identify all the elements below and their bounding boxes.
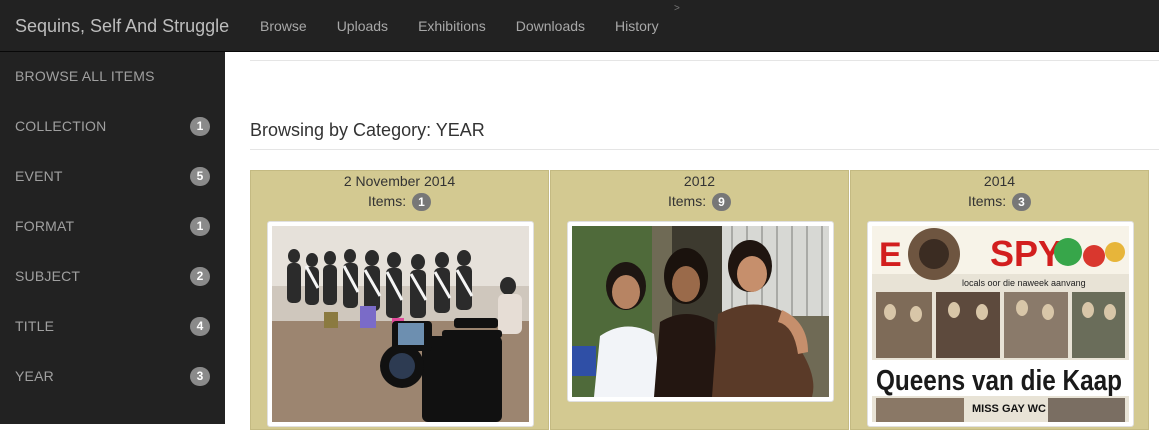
nav-downloads[interactable]: Downloads (501, 0, 600, 52)
items-label: Items: (367, 193, 407, 209)
count-badge: 1 (412, 193, 431, 212)
main-content: Browsing by Category: YEAR 2 November 20… (225, 52, 1159, 430)
nav-links: Browse Uploads Exhibitions Downloads His… (245, 0, 674, 52)
photo-pageant-contestants (272, 226, 529, 422)
nav-uploads[interactable]: Uploads (322, 0, 403, 52)
tile-item-count: Items: 3 (851, 193, 1148, 212)
count-badge: 3 (190, 367, 210, 386)
count-badge: 5 (190, 167, 210, 186)
nav-exhibitions[interactable]: Exhibitions (403, 0, 501, 52)
count-badge: 2 (190, 267, 210, 286)
tile-thumbnail[interactable] (267, 221, 534, 427)
items-label: Items: (967, 193, 1007, 209)
sidebar-item-label: YEAR (15, 368, 54, 384)
count-badge: 3 (1012, 193, 1031, 212)
count-badge: 9 (712, 193, 731, 212)
svg-text:E: E (879, 236, 902, 274)
sidebar-item-label: FORMAT (15, 218, 75, 234)
photo-newspaper-clipping: SPY E locals oor die naweek aanvang Quee… (872, 226, 1129, 422)
subhead-text: locals oor die naweek aanvang (962, 278, 1086, 288)
count-badge: 4 (190, 317, 210, 336)
sidebar-item-year[interactable]: YEAR 3 (0, 352, 225, 402)
site-brand[interactable]: Sequins, Self And Struggle (15, 15, 229, 37)
masthead-text: SPY (990, 233, 1062, 274)
tile-thumbnail[interactable]: SPY E locals oor die naweek aanvang Quee… (867, 221, 1134, 427)
tile-title[interactable]: 2012 (551, 173, 848, 189)
category-tile[interactable]: 2014 Items: 3 SPY E locals oor die nawee… (850, 170, 1149, 430)
sidebar-item-label: EVENT (15, 168, 63, 184)
sidebar-item-browse-all[interactable]: BROWSE ALL ITEMS (0, 52, 225, 102)
sidebar-item-format[interactable]: FORMAT 1 (0, 202, 225, 252)
sidebar-item-label: TITLE (15, 318, 55, 334)
category-tile[interactable]: 2012 Items: 9 (550, 170, 849, 430)
sidebar-item-title[interactable]: TITLE 4 (0, 302, 225, 352)
divider (250, 149, 1159, 150)
nav-browse[interactable]: Browse (245, 0, 322, 52)
top-navbar: Sequins, Self And Struggle Browse Upload… (0, 0, 1159, 52)
sidebar-item-label: SUBJECT (15, 268, 81, 284)
sidebar-item-collection[interactable]: COLLECTION 1 (0, 102, 225, 152)
sidebar: BROWSE ALL ITEMS COLLECTION 1 EVENT 5 FO… (0, 52, 225, 424)
caption-text: MISS GAY WC (972, 403, 1046, 415)
nav-caret-icon: > (674, 3, 680, 14)
count-badge: 1 (190, 117, 210, 136)
count-badge: 1 (190, 217, 210, 236)
sidebar-item-label: BROWSE ALL ITEMS (15, 68, 155, 84)
category-tile[interactable]: 2 November 2014 Items: 1 (250, 170, 549, 430)
page-title: Browsing by Category: YEAR (250, 120, 485, 140)
tile-title[interactable]: 2 November 2014 (251, 173, 548, 189)
photo-three-women (572, 226, 829, 397)
tile-title[interactable]: 2014 (851, 173, 1148, 189)
sidebar-item-event[interactable]: EVENT 5 (0, 152, 225, 202)
headline-text: Queens van die Kaap (876, 365, 1122, 397)
tile-thumbnail[interactable] (567, 221, 834, 402)
divider (250, 60, 1159, 61)
items-label: Items: (667, 193, 707, 209)
tile-item-count: Items: 9 (551, 193, 848, 212)
tile-item-count: Items: 1 (251, 193, 548, 212)
sidebar-item-subject[interactable]: SUBJECT 2 (0, 252, 225, 302)
nav-history[interactable]: History (600, 0, 674, 52)
sidebar-item-label: COLLECTION (15, 118, 107, 134)
